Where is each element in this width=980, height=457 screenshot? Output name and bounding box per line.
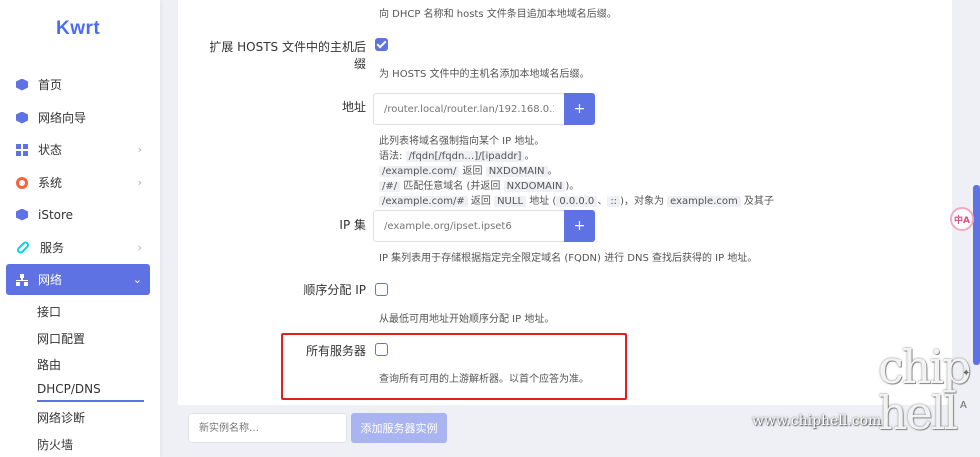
sidebar-item-status[interactable]: 状态 › [6,134,150,165]
grid-icon [16,143,28,156]
ipset-label: IP 集 [339,218,366,232]
sidebar-item-network[interactable]: 网络 ⌄ [6,264,150,295]
address-input[interactable] [373,93,565,125]
translate-badge[interactable]: 中A [950,207,974,231]
address-label: 地址 [341,100,366,114]
new-instance-input[interactable] [188,413,347,443]
sidebar-item-system[interactable]: 系统 › [6,167,150,198]
font-size-icon[interactable]: A [960,400,967,411]
sidebar-subitem-routes[interactable]: 路由 [37,356,61,373]
sidebar-subitem-dhcp-dns[interactable]: DHCP/DNS [37,382,144,402]
sidebar-item-label: 系统 [38,176,63,190]
sparkle-icon[interactable]: ✦ [962,368,970,379]
sidebar-item-wizard[interactable]: 网络向导 [6,102,150,133]
sidebar-subitem-interfaces[interactable]: 接口 [37,303,61,320]
sidebar-subitem-port-config[interactable]: 网口配置 [37,330,85,347]
cube-icon [16,111,28,124]
sidebar-item-label: iStore [38,207,74,222]
expand-hosts-help: 为 HOSTS 文件中的主机名添加本地域名后缀。 [379,69,590,80]
sidebar-item-istore[interactable]: iStore [6,199,150,230]
cube-icon [16,208,28,221]
sidebar-item-label: 网络向导 [38,111,87,125]
expand-hosts-checkbox[interactable] [375,38,388,51]
sidebar-item-label: 状态 [38,143,63,157]
chevron-down-icon: ⌄ [132,273,142,286]
sidebar: Kwrt 首页 网络向导 状态 › 系统 › iStore 服务 › 网络 ⌄ … [0,0,160,457]
sidebar-item-label: 服务 [40,241,65,255]
sidebar-item-label: 首页 [38,78,63,92]
brand-logo[interactable]: Kwrt [56,18,100,40]
add-instance-button[interactable]: 添加服务器实例 [351,413,447,443]
ipset-input[interactable] [373,210,565,242]
sequential-ip-help: 从最低可用地址开始顺序分配 IP 地址。 [379,314,555,325]
gear-icon [16,176,28,189]
expand-hosts-label: 扩展 HOSTS 文件中的主机后缀 [209,40,366,71]
chevron-right-icon: › [137,143,142,156]
chevron-right-icon: › [137,241,142,254]
address-add-button[interactable]: + [564,93,595,125]
ipset-help: IP 集列表用于存储根据指定完全限定域名 (FQDN) 进行 DNS 查找后获得… [379,253,758,264]
chevron-right-icon: › [137,176,142,189]
highlight-box [281,333,627,400]
watermark-logo: chip hell [878,340,972,440]
cube-icon [16,78,28,91]
ipset-add-button[interactable]: + [564,210,595,242]
sequential-ip-checkbox[interactable] [375,283,388,296]
sidebar-subitem-firewall[interactable]: 防火墙 [37,436,73,453]
sidebar-item-services[interactable]: 服务 › [6,232,150,263]
scrollbar[interactable] [973,185,980,365]
domain-suffix-help: 向 DHCP 名称和 hosts 文件条目追加本地域名后缀。 [379,9,617,20]
sidebar-item-label: 网络 [38,273,63,287]
watermark-url: www.chiphell.com [752,413,882,429]
sidebar-item-home[interactable]: 首页 [6,69,150,100]
network-icon [16,273,28,286]
link-icon [15,240,31,255]
sequential-ip-label: 顺序分配 IP [303,283,366,297]
sidebar-subitem-diagnostics[interactable]: 网络诊断 [37,409,85,426]
